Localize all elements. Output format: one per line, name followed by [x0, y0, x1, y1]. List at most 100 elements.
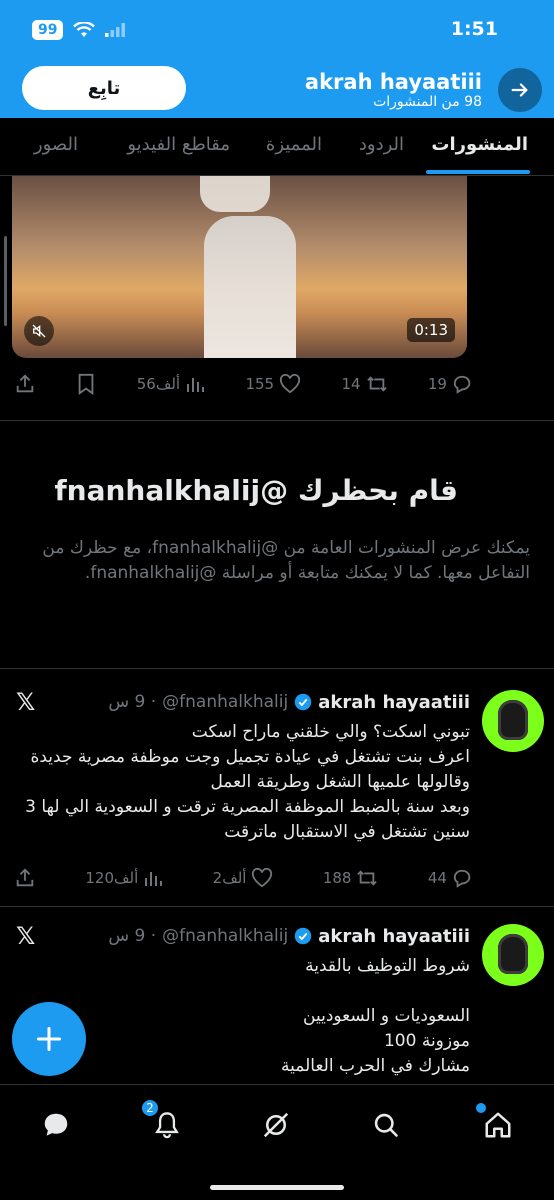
reply-count: 44 — [427, 869, 447, 887]
profile-title: akrah hayaatiii 98 من المنشورات — [305, 70, 482, 110]
repost-button[interactable]: 14 — [341, 374, 387, 394]
divider — [0, 668, 554, 669]
scroll-indicator[interactable] — [4, 236, 7, 326]
profile-header: 99 1:51 تابِع akrah hayaatiii 98 من المن… — [0, 0, 554, 118]
post-count: 98 من المنشورات — [373, 94, 482, 110]
like-button[interactable]: 155 — [245, 374, 301, 394]
avatar[interactable] — [482, 690, 544, 752]
status-icons: 99 — [32, 20, 126, 40]
video-player[interactable]: 0:13 — [12, 176, 467, 358]
repost-count: 14 — [341, 375, 361, 393]
signal-icon — [105, 23, 126, 37]
views-count: 56ألف — [136, 375, 181, 393]
tweet-line: السعوديات و السعوديين — [303, 1006, 470, 1026]
blocked-notice-title: قام بحظرك @fnanhalkhalij — [54, 474, 458, 507]
repost-count: 188 — [322, 869, 352, 887]
compose-post-button[interactable] — [12, 1002, 86, 1076]
x-logo-icon: 𝕏 — [16, 922, 36, 950]
tweet-author-name[interactable]: akrah hayaatiii — [318, 692, 470, 713]
tweet-time: · 9 س — [108, 692, 157, 712]
avatar[interactable] — [482, 924, 544, 986]
views-stat[interactable]: 56ألف — [137, 374, 205, 394]
tab-photos[interactable]: الصور — [34, 134, 78, 155]
repost-icon — [357, 870, 378, 886]
views-count: 120ألف — [85, 869, 139, 887]
tweet-line: موزونة 100 — [383, 1031, 470, 1051]
tweet-line — [20, 979, 470, 1004]
x-logo-icon: 𝕏 — [16, 688, 36, 716]
reply-button[interactable]: 19 — [428, 374, 474, 394]
like-button[interactable]: 2ألف — [213, 868, 274, 888]
nav-search[interactable] — [366, 1105, 406, 1145]
blocked-notice-text: يمكنك عرض المنشورات العامة من @fnanhalkh… — [42, 538, 530, 583]
notification-badge: 2 — [141, 1099, 159, 1117]
tweet-line: اعرف بنت تشتغل في عيادة تجميل وجت موظفة … — [30, 747, 470, 792]
divider — [0, 906, 554, 907]
new-content-dot — [476, 1103, 486, 1113]
views-stat[interactable]: 120ألف — [85, 868, 163, 888]
bottom-navigation: 2 — [0, 1084, 554, 1200]
video-frame-detail — [200, 176, 270, 212]
active-tab-indicator — [426, 170, 530, 174]
tweet-line: وبعد سنة بالضبط الموظفة المصرية ترقت و ا… — [25, 797, 470, 842]
tweet-actions: 120ألف 2ألف 188 44 — [14, 865, 474, 891]
heart-icon — [252, 868, 273, 888]
follow-button[interactable]: تابِع — [22, 66, 186, 110]
tweet-line: شروط التوظيف بالقدية — [305, 956, 470, 976]
grok-icon — [263, 1112, 289, 1138]
verified-badge-icon — [294, 927, 312, 945]
reply-button[interactable]: 44 — [428, 868, 474, 888]
repost-button[interactable]: 188 — [323, 868, 379, 888]
tweet-line: مشارك في الحرب العالمية — [281, 1056, 470, 1076]
tweet-author-name[interactable]: akrah hayaatiii — [318, 926, 470, 947]
tweet-handle[interactable]: @fnanhalkhalij — [162, 692, 288, 712]
tab-highlights[interactable]: المميزة — [266, 134, 322, 155]
nav-messages[interactable] — [36, 1105, 76, 1145]
tweet-header: akrah hayaatiii @fnanhalkhalij · 9 س — [108, 924, 470, 948]
tweet-line: تبوني اسكت؟ والي خلقني ماراح اسكت — [191, 722, 470, 742]
back-button[interactable] — [498, 68, 542, 112]
verified-badge-icon — [294, 693, 312, 711]
like-count: 155 — [245, 375, 275, 393]
heart-icon — [280, 374, 301, 394]
video-post-actions: 56ألف 155 14 19 — [14, 371, 474, 397]
bell-icon — [155, 1112, 179, 1139]
chat-bubble-icon — [44, 1113, 68, 1136]
bookmark-icon — [79, 373, 94, 395]
nav-notifications[interactable]: 2 — [141, 1099, 187, 1145]
divider — [0, 420, 554, 421]
video-duration: 0:13 — [407, 318, 455, 342]
tweet-time: · 9 س — [108, 926, 157, 946]
tab-videos[interactable]: مقاطع الفيديو — [127, 134, 230, 155]
status-time: 1:51 — [450, 18, 498, 40]
tweet-text: تبوني اسكت؟ والي خلقني ماراح اسكت اعرف ب… — [20, 720, 470, 845]
mute-button[interactable] — [24, 316, 54, 346]
speaker-muted-icon — [32, 324, 46, 338]
home-indicator — [210, 1185, 344, 1190]
bar-chart-icon — [187, 378, 205, 392]
profile-tabs: المنشورات الردود المميزة مقاطع الفيديو ا… — [0, 118, 554, 176]
tweet-handle[interactable]: @fnanhalkhalij — [162, 926, 288, 946]
bookmark-button[interactable] — [76, 373, 96, 395]
arrow-right-icon — [511, 83, 528, 97]
home-icon — [485, 1112, 511, 1138]
reply-count: 19 — [427, 375, 447, 393]
tab-posts[interactable]: المنشورات — [431, 134, 528, 155]
share-button[interactable] — [14, 373, 36, 395]
reply-icon — [453, 375, 471, 394]
bar-chart-icon — [145, 872, 163, 886]
plus-icon — [36, 1026, 62, 1052]
share-button[interactable] — [14, 867, 36, 889]
tweet-header: akrah hayaatiii @fnanhalkhalij · 9 س — [108, 690, 470, 714]
like-count: 2ألف — [212, 869, 247, 887]
battery-indicator: 99 — [32, 20, 64, 40]
wifi-icon — [73, 22, 96, 37]
reply-icon — [453, 869, 471, 888]
tab-replies[interactable]: الردود — [359, 134, 404, 155]
profile-name: akrah hayaatiii — [304, 70, 482, 94]
nav-home[interactable] — [476, 1103, 518, 1145]
tweet-text: شروط التوظيف بالقدية السعوديات و السعودي… — [20, 954, 470, 1079]
nav-grok[interactable] — [256, 1105, 296, 1145]
share-icon — [16, 868, 34, 887]
video-frame-figure — [204, 216, 296, 358]
